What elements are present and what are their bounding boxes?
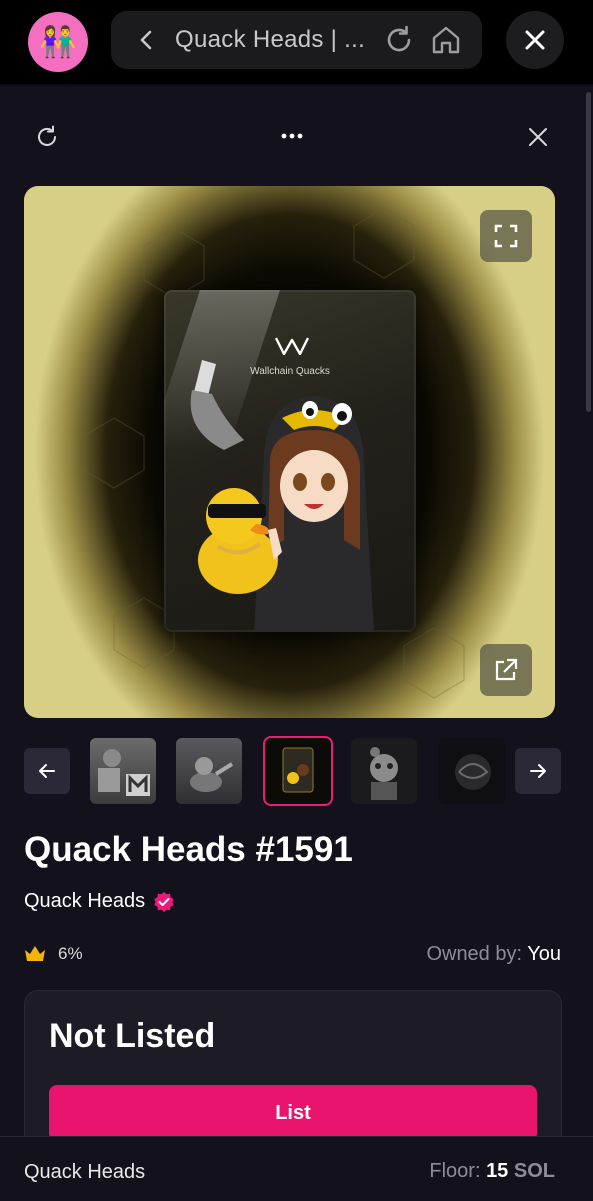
- owner-name[interactable]: You: [527, 943, 561, 965]
- gallery-thumbnail[interactable]: [439, 738, 505, 804]
- anime-girl-and-duck-artwork: [190, 360, 374, 632]
- refresh-icon[interactable]: [34, 124, 60, 150]
- thumb-robot-m: [98, 749, 150, 796]
- collection-footer: Quack Heads Floor: 15 SOL: [0, 1136, 593, 1201]
- floor-value: 15: [486, 1160, 509, 1182]
- floor-label: Floor:: [429, 1160, 481, 1182]
- thumb-dark-orb: [455, 754, 491, 790]
- gallery-thumbnail[interactable]: [176, 738, 242, 804]
- fullscreen-icon: [494, 224, 518, 248]
- footer-collection-name[interactable]: Quack Heads: [24, 1161, 145, 1184]
- rarity-rank: 6%: [24, 944, 83, 964]
- page-title: Quack Heads | ...: [175, 26, 366, 53]
- gallery-prev-button[interactable]: [24, 748, 70, 794]
- address-bar[interactable]: Quack Heads | ...: [111, 11, 482, 69]
- browser-toolbar: 👫 Quack Heads | ...: [0, 0, 593, 84]
- arrow-left-icon: [39, 764, 55, 778]
- more-icon[interactable]: [280, 130, 304, 142]
- collection-name: Quack Heads: [24, 890, 146, 912]
- verified-badge-icon: [154, 891, 174, 912]
- nft-image[interactable]: Wallchain Quacks: [24, 186, 555, 718]
- home-icon[interactable]: [429, 23, 463, 57]
- nft-title: Quack Heads #1591: [24, 830, 353, 869]
- thumb-skull-character: [370, 747, 398, 800]
- gallery-next-button[interactable]: [515, 748, 561, 794]
- wallchain-pack: Wallchain Quacks: [164, 290, 416, 632]
- close-icon[interactable]: [527, 126, 549, 148]
- gallery-thumbnail[interactable]: [90, 738, 156, 804]
- open-external-button[interactable]: [480, 644, 532, 696]
- reload-icon[interactable]: [383, 24, 415, 56]
- fullscreen-button[interactable]: [480, 210, 532, 262]
- gallery-thumbnail-selected[interactable]: [263, 736, 333, 806]
- user-avatar[interactable]: 👫: [28, 12, 88, 72]
- owned-label: Owned by:: [426, 943, 523, 965]
- floor-price: Floor: 15 SOL: [429, 1160, 555, 1183]
- crown-icon: [25, 946, 45, 961]
- external-link-icon: [495, 658, 518, 681]
- owner-info: Owned by: You: [426, 943, 561, 966]
- avatar-emoji: 👫: [39, 25, 77, 59]
- thumb-quack-pack: [282, 747, 314, 793]
- gallery-thumbnail[interactable]: [351, 738, 417, 804]
- collection-link[interactable]: Quack Heads: [24, 890, 175, 913]
- thumb-figure-grey: [190, 757, 234, 792]
- listing-status: Not Listed: [49, 1017, 216, 1055]
- chevron-left-icon[interactable]: [135, 28, 159, 52]
- floor-unit: SOL: [513, 1160, 555, 1182]
- list-button[interactable]: List: [49, 1085, 537, 1141]
- close-browser-button[interactable]: [506, 11, 564, 69]
- rarity-value: 6%: [58, 944, 83, 963]
- arrow-right-icon: [530, 764, 546, 778]
- close-icon: [525, 30, 545, 50]
- scrollbar[interactable]: [586, 92, 591, 412]
